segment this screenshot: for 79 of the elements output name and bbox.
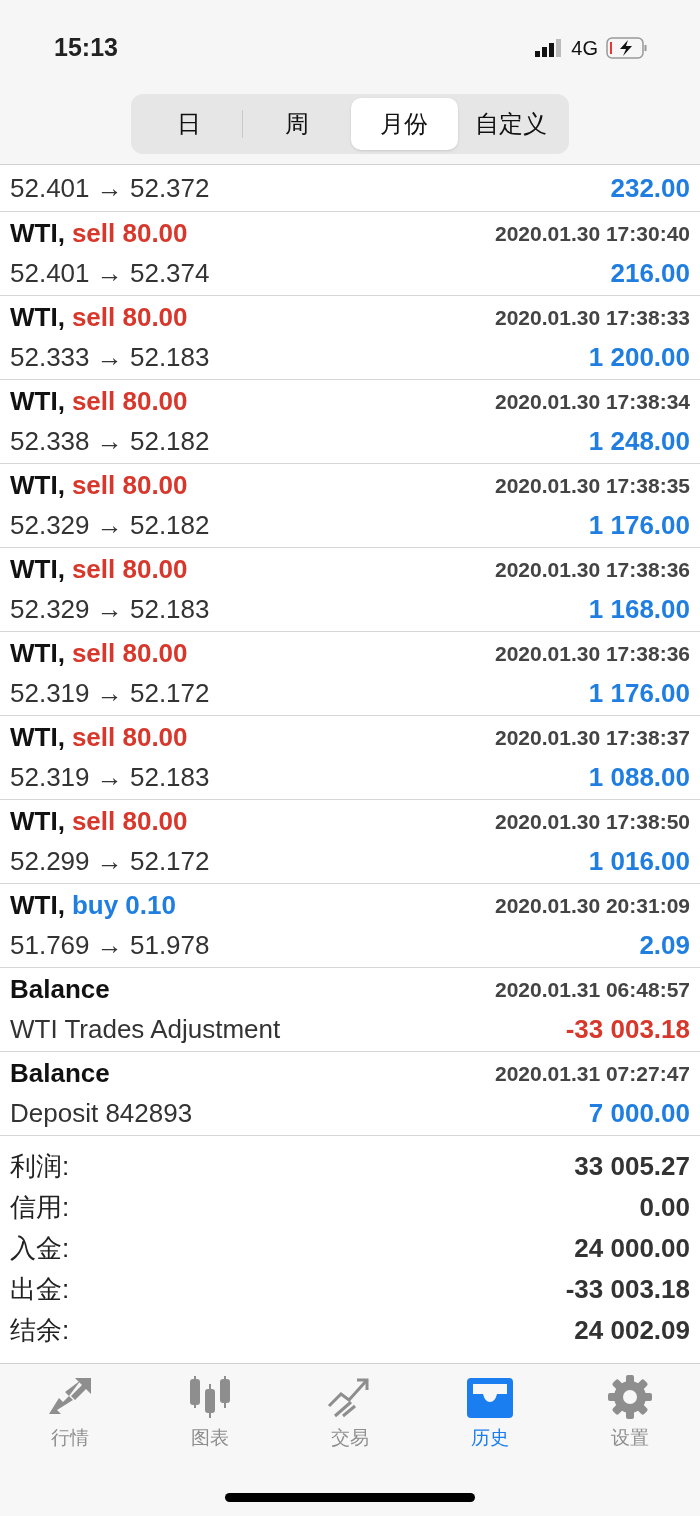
deal-symbol: Balance — [10, 1057, 110, 1090]
deal-profit: 2.09 — [639, 929, 690, 962]
deal-profit: 1 176.00 — [588, 677, 690, 710]
tab-bar-item[interactable]: 交易 — [280, 1374, 420, 1464]
deal-time: 2020.01.30 20:31:09 — [495, 892, 690, 919]
period-tab[interactable]: 月份 — [350, 98, 458, 150]
summary-label: 结余: — [10, 1314, 70, 1347]
deal-symbol: WTI, — [10, 301, 65, 334]
deal-profit: 1 168.00 — [588, 593, 690, 626]
deal-action: sell 80.00 — [71, 385, 188, 418]
deal-time: 2020.01.30 17:38:34 — [495, 388, 690, 415]
deal-profit: 1 016.00 — [588, 845, 690, 878]
deal-symbol: WTI, — [10, 805, 65, 838]
deal-time: 2020.01.30 17:38:50 — [495, 808, 690, 835]
deal-time: 2020.01.30 17:38:36 — [495, 556, 690, 583]
deal-profit: 216.00 — [610, 257, 690, 290]
deal-action: sell 80.00 — [71, 721, 188, 754]
deal-symbol: WTI, — [10, 385, 65, 418]
tab-bar-item[interactable]: 设置 — [560, 1374, 700, 1464]
deal-action: sell 80.00 — [71, 301, 188, 334]
summary-label: 出金: — [10, 1273, 70, 1306]
deal-time: 2020.01.30 17:30:40 — [495, 220, 690, 247]
summary-label: 利润: — [10, 1150, 70, 1183]
summary-value: 24 000.00 — [574, 1232, 690, 1265]
deal-details: 52.319 → 52.183 — [10, 761, 210, 794]
deal-time: 2020.01.30 17:38:37 — [495, 724, 690, 751]
summary-value: 0.00 — [639, 1191, 690, 1224]
network-type: 4G — [571, 36, 598, 61]
deal-details: 52.333 → 52.183 — [10, 341, 210, 374]
deal-details: 52.319 → 52.172 — [10, 677, 210, 710]
deal-action: sell 80.00 — [71, 805, 188, 838]
tab-bar-item[interactable]: 图表 — [140, 1374, 280, 1464]
deal-profit: 232.00 — [610, 171, 690, 205]
deal-profit: 7 000.00 — [588, 1097, 690, 1130]
deal-time: 2020.01.30 17:38:33 — [495, 304, 690, 331]
deal-time: 2020.01.31 07:27:47 — [495, 1060, 690, 1087]
deal-action: sell 80.00 — [71, 217, 188, 250]
deal-profit: 1 248.00 — [588, 425, 690, 458]
summary-value: 24 002.09 — [574, 1314, 690, 1347]
deal-action: buy 0.10 — [71, 889, 176, 922]
deal-time: 2020.01.30 17:38:35 — [495, 472, 690, 499]
deal-details: 52.338 → 52.182 — [10, 425, 210, 458]
deal-symbol: WTI, — [10, 469, 65, 502]
deal-details: WTI Trades Adjustment — [10, 1013, 281, 1046]
tab-bar-item[interactable]: 历史 — [420, 1374, 560, 1464]
battery-charging-icon — [606, 37, 648, 59]
deal-details: 52.329 → 52.182 — [10, 509, 210, 542]
deal-symbol: WTI, — [10, 637, 65, 670]
deal-action: sell 80.00 — [71, 637, 188, 670]
deal-profit: 1 176.00 — [588, 509, 690, 542]
settings-icon — [605, 1374, 655, 1420]
deal-symbol: WTI, — [10, 889, 65, 922]
deal-symbol: Balance — [10, 973, 110, 1006]
deal-time: 2020.01.30 17:38:36 — [495, 640, 690, 667]
deal-details: 52.299 → 52.172 — [10, 845, 210, 878]
deal-action: sell 80.00 — [71, 553, 188, 586]
deal-details: 52.329 → 52.183 — [10, 593, 210, 626]
deal-time: 2020.01.31 06:48:57 — [495, 976, 690, 1003]
deal-profit: 1 200.00 — [588, 341, 690, 374]
deal-profit: -33 003.18 — [565, 1013, 690, 1046]
deal-symbol: WTI, — [10, 721, 65, 754]
summary-label: 信用: — [10, 1191, 70, 1224]
deal-action: sell 80.00 — [71, 469, 188, 502]
clock-time: 15:13 — [53, 32, 118, 64]
summary-label: 入金: — [10, 1232, 70, 1265]
deal-details: Deposit 842893 — [10, 1097, 193, 1130]
summary-value: 33 005.27 — [574, 1150, 690, 1183]
deal-details: 52.401 → 52.374 — [10, 257, 210, 290]
deal-details: 52.401 → 52.372 — [10, 171, 210, 205]
deal-details: 51.769 → 51.978 — [10, 929, 210, 962]
summary-value: -33 003.18 — [565, 1273, 690, 1306]
period-tab[interactable]: 周 — [243, 98, 351, 150]
period-tab[interactable]: 自定义 — [457, 98, 565, 150]
period-tab[interactable]: 日 — [135, 98, 243, 150]
deal-symbol: WTI, — [10, 217, 65, 250]
signal-icon — [535, 39, 564, 57]
deal-profit: 1 088.00 — [588, 761, 690, 794]
deal-symbol: WTI, — [10, 553, 65, 586]
tab-bar-item[interactable]: 行情 — [0, 1374, 140, 1464]
